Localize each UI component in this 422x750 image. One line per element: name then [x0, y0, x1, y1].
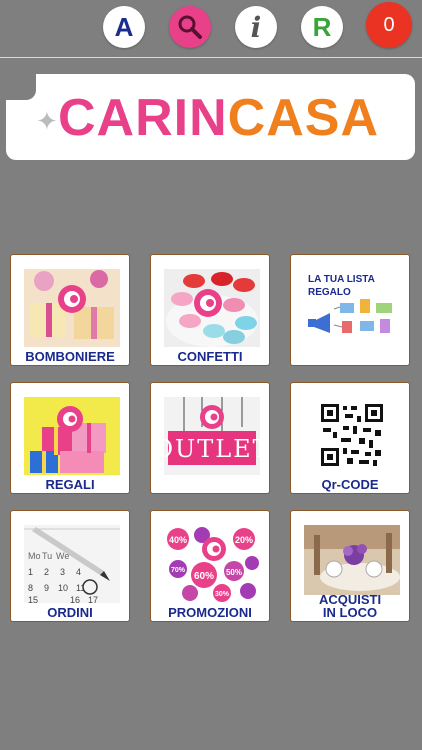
tile-gift-list[interactable]: LA TUA LISTA REGALO	[290, 254, 410, 366]
calendar-date-9: 9	[44, 583, 49, 593]
promo-badge-70: 70%	[171, 567, 186, 574]
search-icon	[178, 15, 202, 39]
calendar-date-1: 1	[28, 567, 33, 577]
logo-casa: CASA	[227, 89, 380, 147]
info-button[interactable]: i	[235, 6, 277, 48]
calendar-date-17: 17	[88, 595, 98, 603]
calendar-pen-image: Mo Tu We 1 2 3 4 8 9 10 11 15 16 17	[24, 525, 120, 603]
calendar-date-2: 2	[44, 567, 49, 577]
r-button[interactable]: R	[301, 6, 343, 48]
promo-badge-50: 50%	[226, 568, 242, 577]
tile-label: REGALI	[45, 477, 95, 492]
tile-label: CONFETTI	[177, 349, 243, 364]
tile-regali[interactable]: REGALI	[10, 382, 130, 494]
calendar-day-tu: Tu	[42, 551, 52, 561]
tile-label-line2: IN LOCO	[322, 605, 378, 620]
calendar-date-3: 3	[60, 567, 65, 577]
tile-ordini[interactable]: Mo Tu We 1 2 3 4 8 9 10 11 15 16 17 ORDI…	[10, 510, 130, 622]
outlet-image: OUTLET	[164, 397, 260, 475]
a-button[interactable]: A	[103, 6, 145, 48]
tile-promozioni[interactable]: 40% 20% 60% 50% 70% 30% PROMOZIONI	[150, 510, 270, 622]
logo-carin: CARIN	[58, 89, 228, 147]
promo-badge-30: 30%	[215, 591, 230, 598]
logo-text: CARINCASA	[58, 88, 379, 148]
calendar-date-8: 8	[28, 583, 33, 593]
promo-badge-20: 20%	[235, 535, 253, 545]
promo-badge-60: 60%	[194, 571, 214, 582]
top-bar: A i R 0	[0, 0, 422, 56]
logo-star-icon: ✦	[36, 106, 58, 136]
bomboniere-image	[24, 269, 120, 347]
gift-list-image: LA TUA LISTA REGALO	[304, 269, 400, 347]
tile-label: PROMOZIONI	[168, 605, 252, 620]
tile-label: Qr-CODE	[321, 477, 379, 492]
top-divider	[0, 57, 422, 58]
a-button-label: A	[114, 11, 134, 42]
in-store-image	[304, 525, 400, 595]
cart-count: 0	[383, 13, 395, 36]
tile-qr-code[interactable]: Qr-CODE	[290, 382, 410, 494]
promotions-image: 40% 20% 60% 50% 70% 30%	[164, 525, 260, 603]
tile-acquisti-in-loco[interactable]: ACQUISTI IN LOCO	[290, 510, 410, 622]
confetti-image	[164, 269, 260, 347]
tile-outlet[interactable]: OUTLET	[150, 382, 270, 494]
calendar-day-mo: Mo	[28, 551, 41, 561]
tile-label: ORDINI	[47, 605, 93, 620]
calendar-date-15: 15	[28, 595, 38, 603]
brand-logo: ✦ CARINCASA	[6, 74, 415, 160]
svg-text:REGALO: REGALO	[308, 287, 351, 298]
calendar-date-16: 16	[70, 595, 80, 603]
tile-bomboniere[interactable]: BOMBONIERE	[10, 254, 130, 366]
gifts-image	[24, 397, 120, 475]
promo-badge-40: 40%	[169, 535, 187, 545]
calendar-date-10: 10	[58, 583, 68, 593]
svg-text:LA TUA LISTA: LA TUA LISTA	[308, 274, 375, 285]
info-icon: i	[250, 10, 262, 44]
search-button[interactable]	[169, 6, 211, 48]
cart-badge[interactable]: 0	[366, 2, 412, 48]
tile-confetti[interactable]: CONFETTI	[150, 254, 270, 366]
calendar-date-4: 4	[76, 567, 81, 577]
tile-label: BOMBONIERE	[25, 349, 115, 364]
logo-notch	[6, 74, 36, 100]
r-button-label: R	[312, 11, 332, 42]
qr-code-image	[304, 397, 400, 475]
tile-label: ACQUISTI IN LOCO	[291, 593, 409, 619]
svg-text:OUTLET: OUTLET	[164, 435, 260, 463]
